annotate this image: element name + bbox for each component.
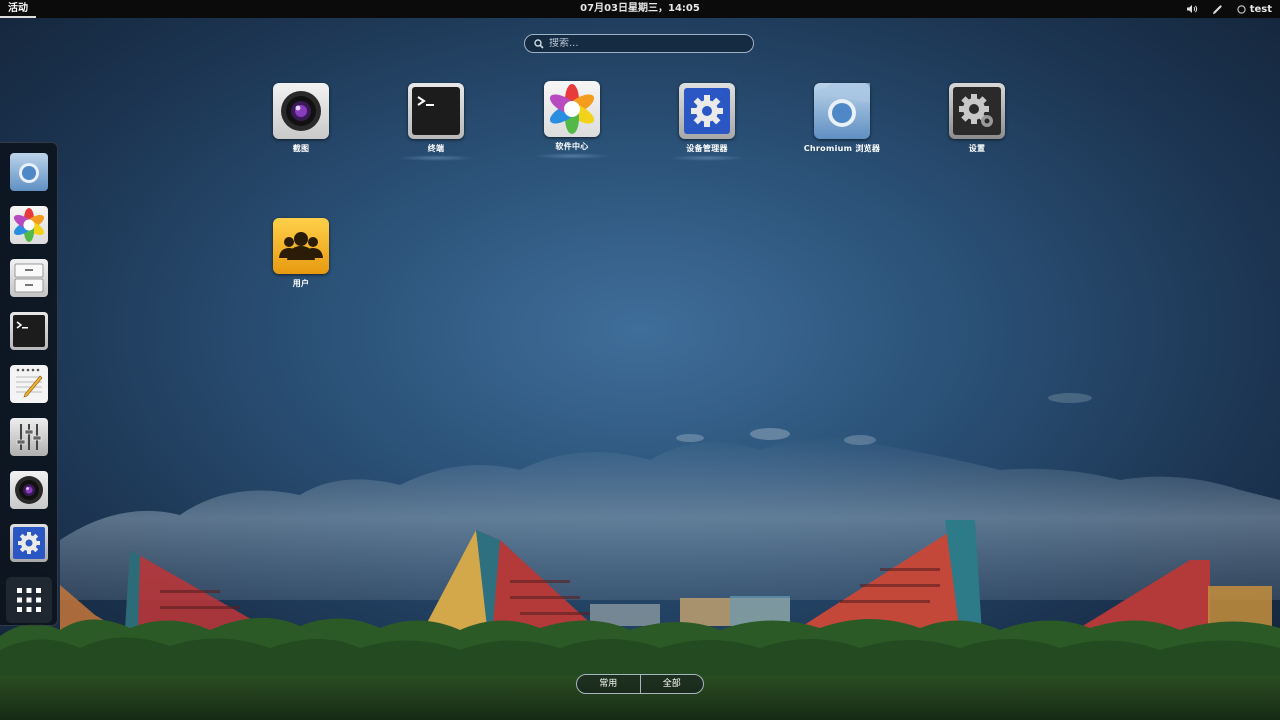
search-icon [534,38,544,49]
software-center-icon [10,206,48,244]
user-status-icon [1237,4,1246,14]
app-highlight [534,153,610,159]
top-bar: 活动 07月03日星期三，14:05 test [0,0,1280,18]
camera-lens-icon [273,83,329,139]
show-apps-button[interactable] [6,577,52,623]
text-editor-icon [10,365,48,403]
settings-gear-icon [949,83,1005,139]
user-name: test [1249,3,1272,15]
user-menu[interactable]: test [1237,4,1272,15]
chromium-icon [814,83,870,139]
app-settings[interactable]: 设置 [922,83,1032,154]
dash-files[interactable] [9,258,49,298]
terminal-icon [10,312,48,350]
app-terminal[interactable]: 终端 [381,83,491,161]
dash-screenshot[interactable] [9,470,49,510]
search-input[interactable] [549,38,729,49]
app-chromium[interactable]: Chromium 浏览器 [787,83,897,154]
pen-icon[interactable] [1212,4,1223,15]
app-label: 终端 [427,144,445,153]
dash-chromium[interactable] [9,152,49,192]
app-software-center[interactable]: 软件中心 [517,81,627,159]
app-users[interactable]: 用户 [246,218,356,289]
desktop-wallpaper [0,393,1280,720]
device-manager-icon [679,83,735,139]
dash-terminal[interactable] [9,311,49,351]
chromium-icon [10,153,48,191]
app-label: Chromium 浏览器 [803,144,881,153]
system-tray: test [1186,0,1272,18]
app-label: 设备管理器 [686,144,728,153]
search-box[interactable] [524,34,754,53]
users-icon [273,218,329,274]
device-manager-icon [10,524,48,562]
mixer-icon [10,418,48,456]
app-label: 软件中心 [555,142,589,151]
app-highlight [669,155,745,161]
app-highlight [398,155,474,161]
dash-text-editor[interactable] [9,364,49,404]
app-label: 截图 [292,144,310,153]
volume-icon[interactable] [1186,4,1198,14]
show-apps-grid-icon [17,588,41,612]
dash-software-center[interactable] [9,205,49,245]
file-cabinet-icon [10,259,48,297]
dash-mixer[interactable] [9,417,49,457]
all-apps-button[interactable]: 全部 [641,675,704,693]
app-label: 用户 [292,279,310,288]
app-device-manager[interactable]: 设备管理器 [652,83,762,161]
dash [0,142,58,626]
camera-lens-icon [10,471,48,509]
app-label: 设置 [968,144,986,153]
terminal-icon [408,83,464,139]
app-view-toggle: 常用 全部 [576,674,704,694]
frequent-apps-button[interactable]: 常用 [577,675,640,693]
clock[interactable]: 07月03日星期三，14:05 [0,0,1280,17]
dash-device-manager[interactable] [9,523,49,563]
software-center-icon [544,81,600,137]
app-screenshot[interactable]: 截图 [246,83,356,154]
